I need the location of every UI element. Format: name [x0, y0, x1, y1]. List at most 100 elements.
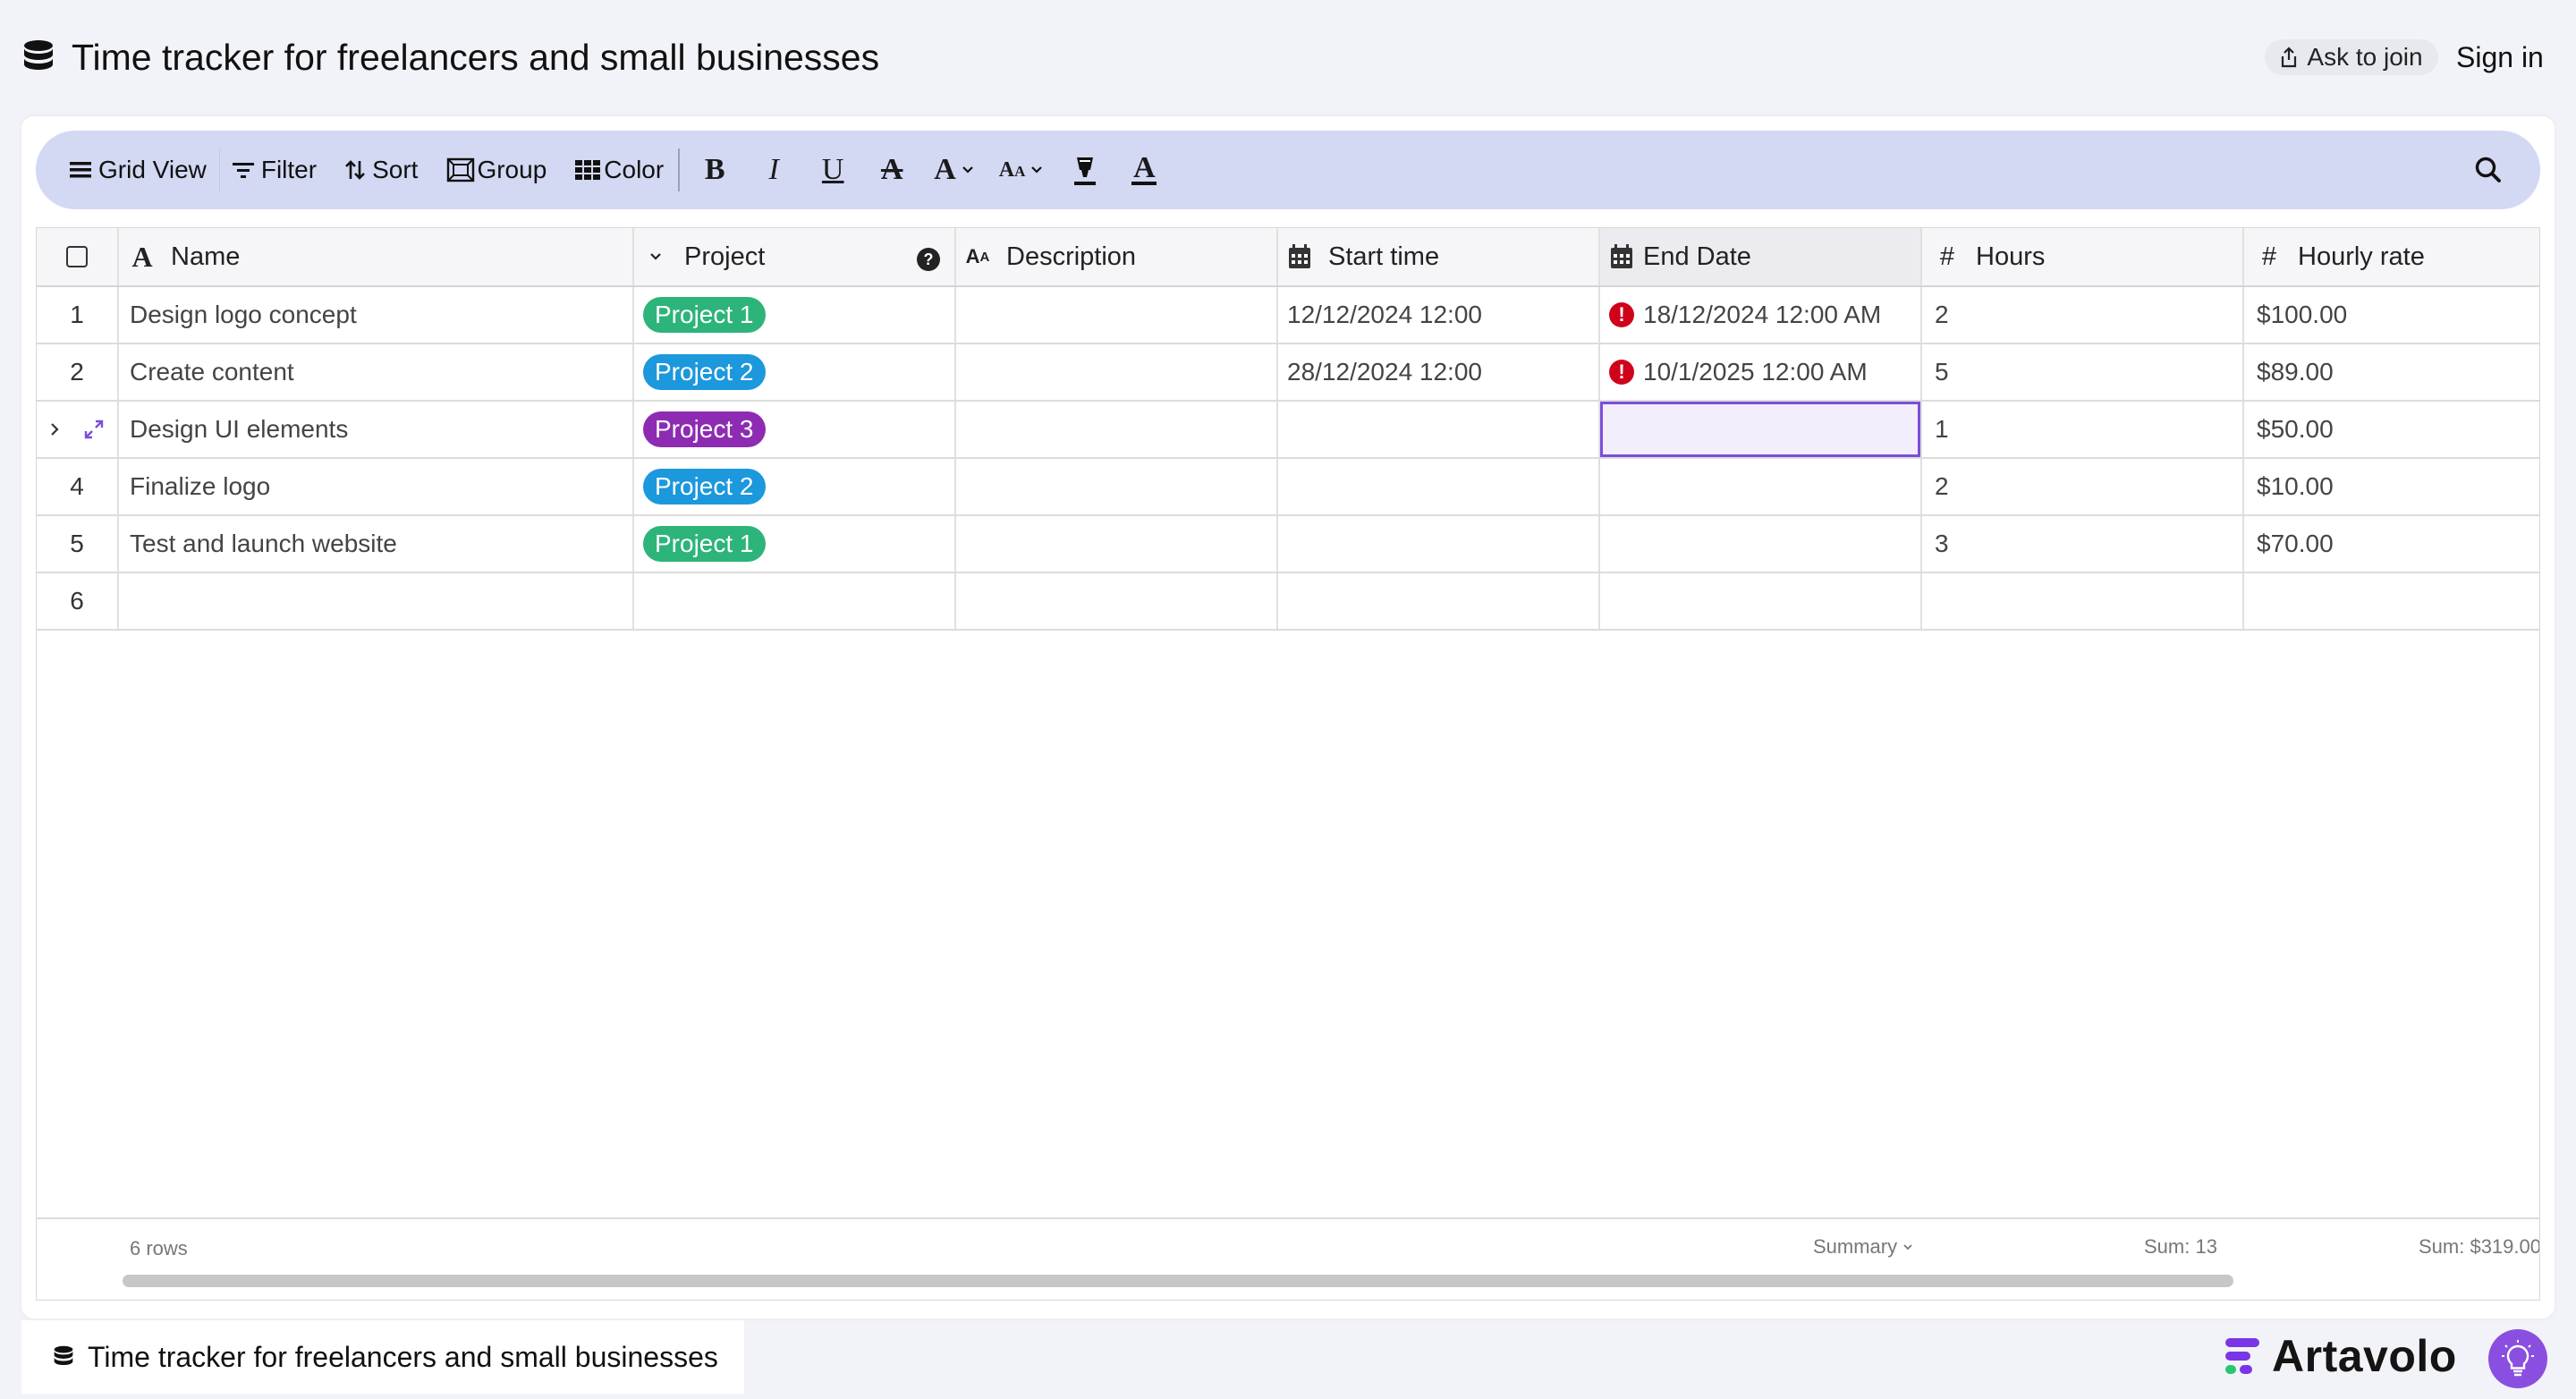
hours-cell[interactable]: 1 [1922, 402, 2244, 457]
toolbar: Grid View Filter Sort Group Color B I U … [36, 131, 2540, 209]
group-button[interactable]: Group [441, 143, 552, 197]
strikethrough-button[interactable]: A [868, 143, 916, 197]
tips-button[interactable] [2488, 1329, 2547, 1388]
highlight-button[interactable] [1061, 143, 1109, 197]
name-cell[interactable]: Design UI elements [119, 402, 634, 457]
row-number: 1 [37, 287, 119, 343]
filter-icon [232, 163, 254, 178]
column-header-description[interactable]: AA Description [956, 228, 1278, 285]
column-header-hourly-rate[interactable]: # Hourly rate [2244, 228, 2539, 285]
font-color-button[interactable]: A [1120, 143, 1168, 197]
table-row[interactable]: 1 Design logo concept Project 1 12/12/20… [37, 287, 2539, 344]
text-size-dropdown[interactable]: AA [992, 143, 1051, 197]
sum-hourly-rate: Sum: $319.00 [2419, 1235, 2540, 1258]
start-time-cell[interactable]: 28/12/2024 12:00 [1278, 344, 1600, 400]
end-date-cell[interactable]: ! 10/1/2025 12:00 AM [1600, 344, 1922, 400]
summary-dropdown[interactable]: Summary [1813, 1235, 1913, 1259]
project-cell[interactable]: Project 3 [634, 402, 956, 457]
hours-cell[interactable]: 5 [1922, 344, 2244, 400]
project-cell[interactable]: Project 2 [634, 459, 956, 514]
row-hover-actions [37, 402, 119, 457]
start-time-cell[interactable]: 12/12/2024 12:00 [1278, 287, 1600, 343]
project-cell[interactable]: Project 2 [634, 344, 956, 400]
column-header-name[interactable]: A Name [119, 228, 634, 285]
description-cell[interactable] [956, 459, 1278, 514]
hourly-rate-cell[interactable]: $70.00 [2244, 516, 2539, 572]
hours-cell[interactable]: 3 [1922, 516, 2244, 572]
table-row[interactable]: 5 Test and launch website Project 1 3 $7… [37, 516, 2539, 573]
text-size-icon: AA [998, 157, 1026, 182]
column-header-project[interactable]: Project ? [634, 228, 956, 285]
end-date-cell[interactable] [1600, 459, 1922, 514]
text-field-icon: A [131, 240, 153, 273]
name-cell[interactable]: Create content [119, 344, 634, 400]
project-cell[interactable]: Project 1 [634, 287, 956, 343]
start-time-cell[interactable] [1278, 459, 1600, 514]
hourly-rate-cell[interactable]: $50.00 [2244, 402, 2539, 457]
column-header-start-time[interactable]: Start time [1278, 228, 1600, 285]
end-date-cell[interactable] [1600, 516, 1922, 572]
hourly-rate-cell[interactable]: $89.00 [2244, 344, 2539, 400]
column-end-date-label: End Date [1643, 242, 1751, 271]
sign-in-link[interactable]: Sign in [2456, 36, 2544, 79]
column-project-label: Project [684, 242, 766, 271]
row-number: 2 [37, 344, 119, 400]
name-cell[interactable]: Finalize logo [119, 459, 634, 514]
end-date-cell[interactable]: ! 18/12/2024 12:00 AM [1600, 287, 1922, 343]
column-hours-label: Hours [1976, 242, 2046, 271]
font-color-icon: A [1133, 151, 1156, 184]
table-row[interactable]: 2 Create content Project 2 28/12/2024 12… [37, 344, 2539, 402]
filter-button[interactable]: Filter [227, 143, 322, 197]
column-header-hours[interactable]: # Hours [1922, 228, 2244, 285]
select-all-checkbox[interactable] [66, 246, 88, 267]
ask-to-join-button[interactable]: Ask to join [2265, 39, 2438, 75]
bottom-tab[interactable]: Time tracker for freelancers and small b… [21, 1320, 744, 1394]
hourly-rate-cell[interactable]: $100.00 [2244, 287, 2539, 343]
table-row[interactable]: 4 Finalize logo Project 2 2 $10.00 [37, 459, 2539, 516]
grid-view-button[interactable]: Grid View [64, 143, 212, 197]
project-cell[interactable]: Project 1 [634, 516, 956, 572]
search-button[interactable] [2472, 154, 2504, 186]
chevron-down-icon [1031, 166, 1043, 174]
row-number: 6 [37, 573, 119, 629]
hours-cell[interactable]: 2 [1922, 459, 2244, 514]
project-cell[interactable] [634, 573, 956, 629]
description-cell[interactable] [956, 344, 1278, 400]
hourly-rate-cell[interactable] [2244, 573, 2539, 629]
expand-icon[interactable] [83, 419, 105, 440]
brand-logo[interactable]: Artavolo [2224, 1329, 2457, 1383]
brand-name: Artavolo [2272, 1331, 2457, 1381]
bold-button[interactable]: B [691, 143, 739, 197]
description-cell[interactable] [956, 287, 1278, 343]
name-cell[interactable] [119, 573, 634, 629]
color-button[interactable]: Color [570, 143, 669, 197]
column-header-end-date[interactable]: End Date [1600, 228, 1922, 285]
end-date-cell-selected[interactable] [1600, 402, 1922, 457]
description-cell[interactable] [956, 573, 1278, 629]
name-cell[interactable]: Design logo concept [119, 287, 634, 343]
hours-cell[interactable] [1922, 573, 2244, 629]
chevron-down-icon [643, 252, 668, 261]
description-cell[interactable] [956, 516, 1278, 572]
underline-button[interactable]: U [809, 143, 857, 197]
description-cell[interactable] [956, 402, 1278, 457]
hourly-rate-cell[interactable]: $10.00 [2244, 459, 2539, 514]
start-time-cell[interactable] [1278, 402, 1600, 457]
column-description-label: Description [1006, 242, 1137, 271]
help-icon[interactable]: ? [917, 248, 940, 271]
text-style-dropdown[interactable]: A [927, 143, 981, 197]
start-time-cell[interactable] [1278, 516, 1600, 572]
hours-cell[interactable]: 2 [1922, 287, 2244, 343]
calendar-icon [1609, 244, 1634, 269]
table-row[interactable]: 6 [37, 573, 2539, 631]
end-date-cell[interactable] [1600, 573, 1922, 629]
sort-button[interactable]: Sort [340, 143, 423, 197]
horizontal-scrollbar[interactable] [123, 1275, 2233, 1287]
table-row[interactable]: Design UI elements Project 3 1 $50.00 [37, 402, 2539, 459]
row-number: 4 [37, 459, 119, 514]
column-hourly-rate-label: Hourly rate [2298, 242, 2425, 271]
italic-button[interactable]: I [750, 143, 798, 197]
chevron-right-icon[interactable] [49, 422, 60, 437]
name-cell[interactable]: Test and launch website [119, 516, 634, 572]
start-time-cell[interactable] [1278, 573, 1600, 629]
